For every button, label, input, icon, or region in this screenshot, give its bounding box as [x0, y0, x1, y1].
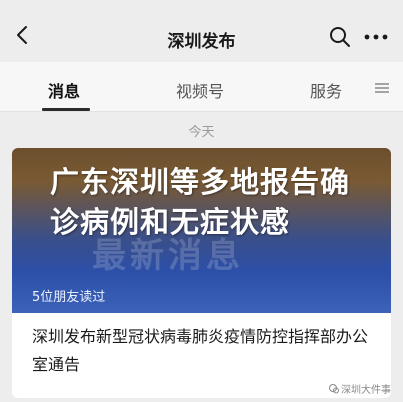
search-icon — [330, 27, 350, 47]
tab-bar: 消息 视频号 服务 — [0, 62, 403, 112]
article-card[interactable]: 最新消息 广东深圳等多地报告确诊病例和无症状感 5位朋友读过 深圳发布新型冠状病… — [12, 148, 391, 398]
top-navigation-bar: 深圳发布 — [0, 0, 403, 62]
wechat-logo-icon — [329, 384, 339, 394]
tab-services[interactable]: 服务 — [310, 78, 342, 102]
article-cover-image[interactable]: 最新消息 广东深圳等多地报告确诊病例和无症状感 5位朋友读过 — [12, 148, 391, 313]
source-name: 深圳大件事 — [341, 385, 391, 396]
friends-read-count: 5位朋友读过 — [32, 290, 106, 305]
source-watermark: 深圳大件事 — [329, 381, 391, 396]
active-tab-indicator — [42, 108, 90, 111]
date-separator: 今天 — [188, 125, 215, 140]
tab-messages[interactable]: 消息 — [48, 78, 80, 102]
cover-headline: 广东深圳等多地报告确诊病例和无症状感 — [50, 165, 351, 239]
search-button[interactable] — [329, 26, 351, 48]
tab-channels[interactable]: 视频号 — [176, 78, 224, 102]
more-dots-icon — [364, 34, 388, 40]
article-title[interactable]: 深圳发布新型冠状病毒肺炎疫情防控指挥部办公室通告 — [32, 323, 372, 379]
menu-lines-icon[interactable] — [375, 82, 389, 94]
more-options-button[interactable] — [363, 26, 389, 48]
